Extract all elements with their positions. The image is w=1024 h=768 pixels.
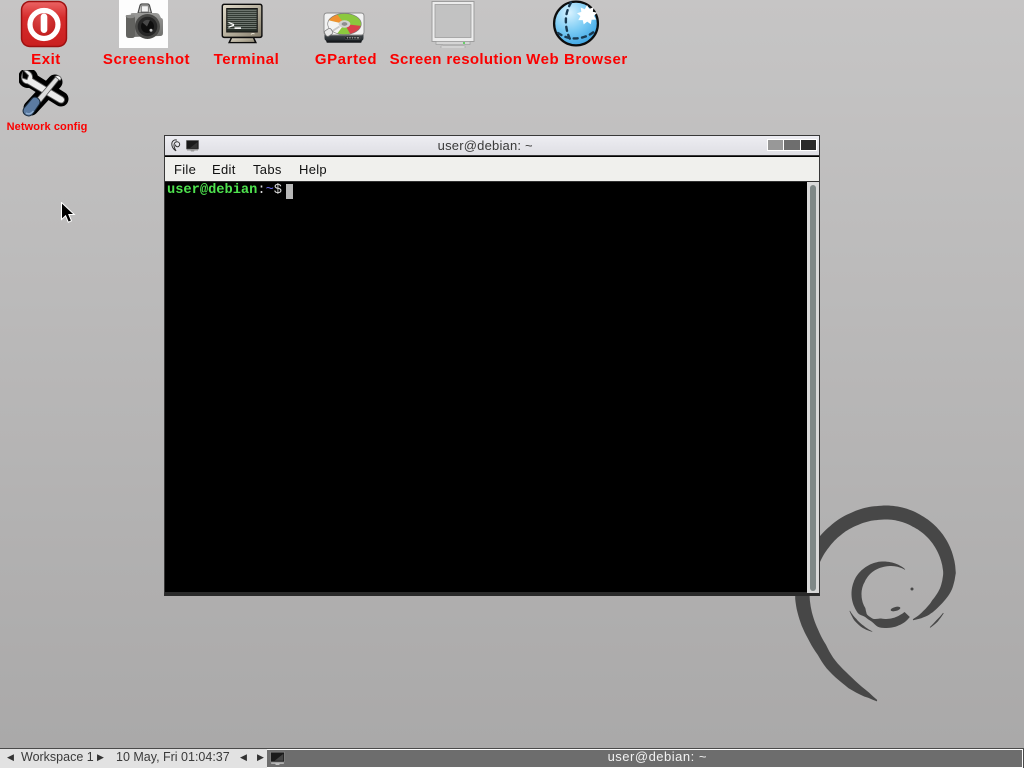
svg-text:>: > [228, 21, 235, 33]
